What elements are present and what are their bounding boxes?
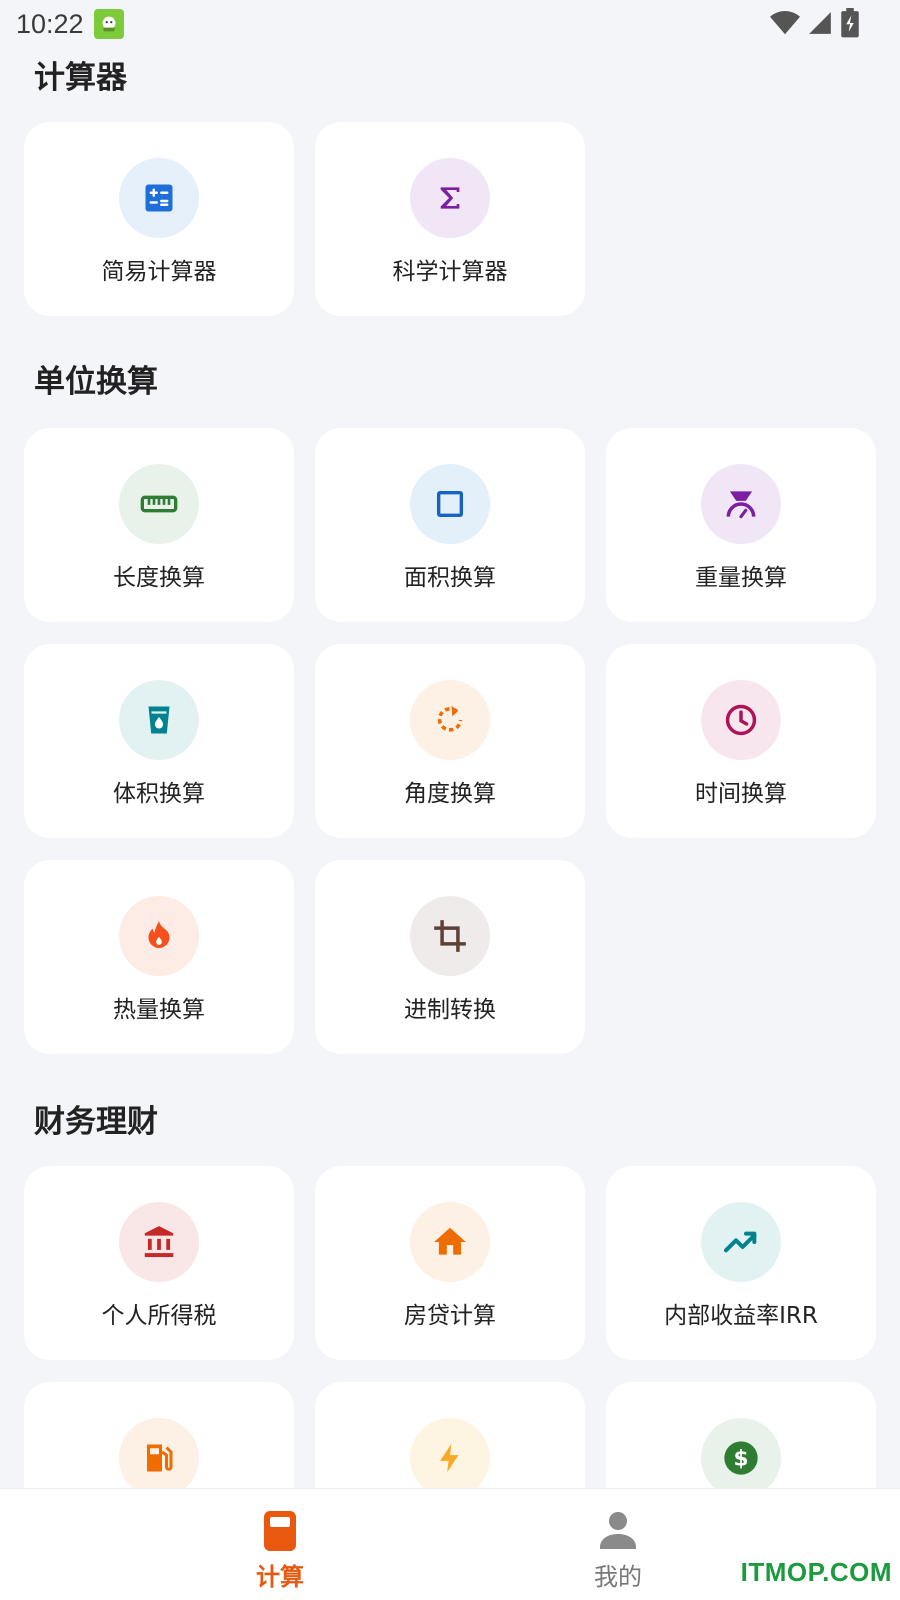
home-icon — [410, 1202, 490, 1282]
card-label: 简易计算器 — [101, 259, 217, 285]
section-title-calculator: 计算器 — [34, 60, 127, 96]
card-label: 房贷计算 — [404, 1303, 496, 1329]
main-scroll[interactable]: 计算器 简易计算器 科学计算器 单位换算 长度换算 面积换算 重量换算 体积换算… — [0, 0, 900, 1488]
calculator-icon — [119, 158, 199, 238]
crop-icon — [410, 896, 490, 976]
card-volume-conversion[interactable]: 体积换算 — [24, 644, 294, 838]
card-currency[interactable]: $ — [606, 1382, 876, 1488]
card-electricity[interactable] — [315, 1382, 585, 1488]
tab-me[interactable]: 我的 — [518, 1489, 718, 1600]
card-personal-income-tax[interactable]: 个人所得税 — [24, 1166, 294, 1360]
section-title-unit-conversion: 单位换算 — [34, 364, 158, 400]
square-icon — [410, 464, 490, 544]
battery-charging-icon — [841, 8, 859, 38]
bank-icon — [119, 1202, 199, 1282]
fire-icon — [119, 896, 199, 976]
card-time-conversion[interactable]: 时间换算 — [606, 644, 876, 838]
calculator-tab-icon — [264, 1511, 296, 1551]
card-label: 科学计算器 — [392, 259, 508, 285]
cup-icon — [119, 680, 199, 760]
wifi-icon — [770, 11, 800, 35]
ruler-icon — [119, 464, 199, 544]
card-label: 进制转换 — [404, 997, 496, 1023]
card-angle-conversion[interactable]: 角度换算 — [315, 644, 585, 838]
card-simple-calculator[interactable]: 简易计算器 — [24, 122, 294, 316]
card-label: 个人所得税 — [101, 1303, 217, 1329]
rotate-icon — [410, 680, 490, 760]
tab-label: 我的 — [594, 1563, 642, 1591]
sigma-icon — [410, 158, 490, 238]
tab-calculate[interactable]: 计算 — [180, 1489, 380, 1600]
card-length-conversion[interactable]: 长度换算 — [24, 428, 294, 622]
card-base-conversion[interactable]: 进制转换 — [315, 860, 585, 1054]
card-heat-conversion[interactable]: 热量换算 — [24, 860, 294, 1054]
bolt-icon — [410, 1418, 490, 1488]
card-label: 面积换算 — [404, 565, 496, 591]
person-icon — [600, 1512, 636, 1549]
card-scientific-calculator[interactable]: 科学计算器 — [315, 122, 585, 316]
card-irr[interactable]: 内部收益率IRR — [606, 1166, 876, 1360]
status-bar: 10:22 — [0, 0, 900, 48]
watermark: ITMOP.COM — [740, 1557, 892, 1587]
card-label: 体积换算 — [113, 781, 205, 807]
fuel-icon — [119, 1418, 199, 1488]
status-time: 10:22 — [16, 8, 84, 39]
dollar-icon: $ — [701, 1418, 781, 1488]
clock-icon — [701, 680, 781, 760]
card-label: 重量换算 — [695, 565, 787, 591]
trending-up-icon — [701, 1202, 781, 1282]
card-label: 长度换算 — [113, 565, 205, 591]
card-label: 内部收益率IRR — [664, 1303, 818, 1329]
tab-label: 计算 — [256, 1563, 304, 1591]
svg-text:$: $ — [733, 1447, 748, 1472]
card-area-conversion[interactable]: 面积换算 — [315, 428, 585, 622]
section-title-finance: 财务理财 — [34, 1104, 158, 1140]
card-fuel[interactable] — [24, 1382, 294, 1488]
card-weight-conversion[interactable]: 重量换算 — [606, 428, 876, 622]
card-label: 热量换算 — [113, 997, 205, 1023]
card-label: 时间换算 — [695, 781, 787, 807]
scale-icon — [701, 464, 781, 544]
cellular-signal-icon — [809, 12, 831, 34]
card-label: 角度换算 — [404, 781, 496, 807]
card-mortgage-calculator[interactable]: 房贷计算 — [315, 1166, 585, 1360]
app-notification-icon — [93, 9, 124, 39]
status-icons — [770, 8, 860, 38]
